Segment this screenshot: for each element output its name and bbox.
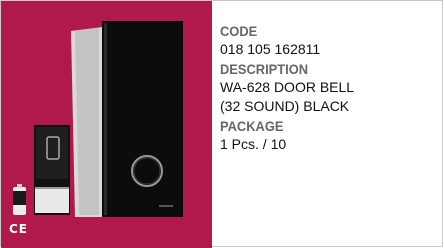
description-line-1: WA-628 DOOR BELL bbox=[220, 79, 355, 95]
code-value: 018 105 162811 bbox=[220, 41, 321, 57]
code-label: CODE bbox=[220, 23, 258, 39]
description-line-2: (32 SOUND) BLACK bbox=[220, 98, 350, 114]
product-info: CODE 018 105 162811 DESCRIPTION WA-628 D… bbox=[220, 23, 440, 154]
product-card: CE CODE 018 105 162811 DESCRIPTION WA-62… bbox=[0, 0, 443, 248]
ce-mark: CE bbox=[9, 222, 29, 236]
package-label: PACKAGE bbox=[220, 118, 284, 134]
description-label: DESCRIPTION bbox=[220, 61, 309, 77]
battery bbox=[13, 184, 26, 215]
doorbell-push-button bbox=[34, 125, 70, 215]
doorbell-illustration bbox=[13, 21, 183, 217]
product-photo: CE bbox=[1, 1, 212, 248]
package-value: 1 Pcs. / 10 bbox=[220, 136, 287, 152]
doorbell-chime-unit bbox=[71, 21, 183, 217]
